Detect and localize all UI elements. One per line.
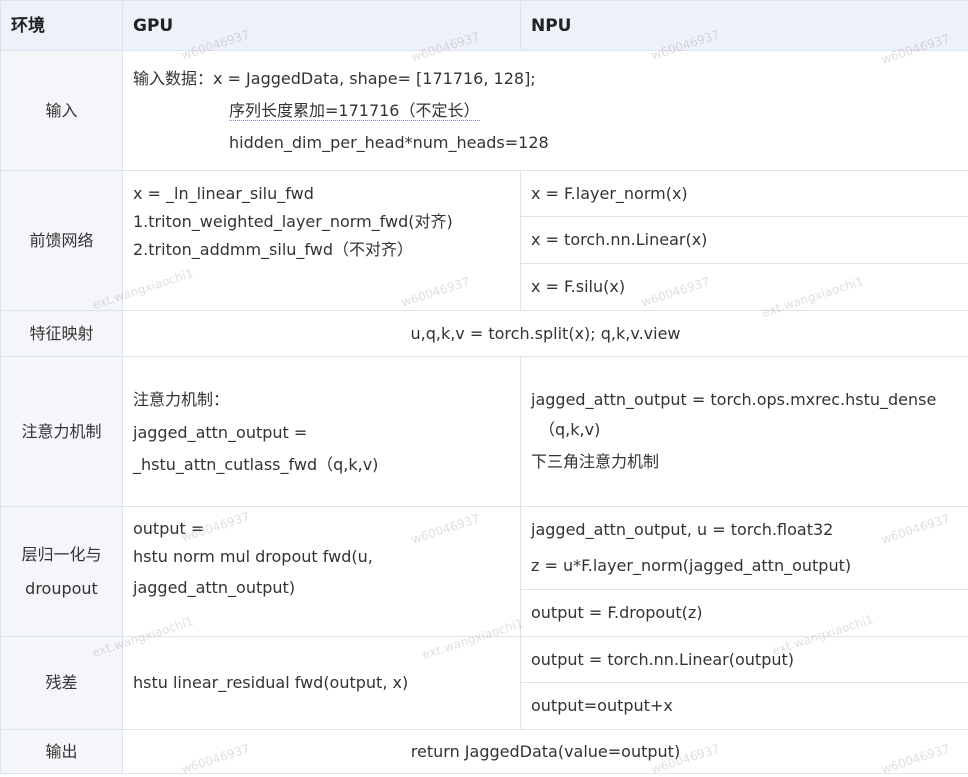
gpu-npu-comparison-table: 环境 GPU NPU 输入 输入数据：x = JaggedData, shape… xyxy=(0,0,968,774)
ffn-gpu-line-2: 1.triton_weighted_layer_norm_fwd(对齐) xyxy=(133,207,510,237)
comparison-table-page: 环境 GPU NPU 输入 输入数据：x = JaggedData, shape… xyxy=(0,0,968,773)
header-gpu: GPU xyxy=(123,1,521,51)
row-label-res: 残差 xyxy=(1,637,123,730)
norm-gpu-line-3: jagged_attn_output) xyxy=(133,573,510,603)
norm-npu-line-2: z = u*F.layer_norm(jagged_attn_output) xyxy=(531,548,958,584)
row-res-1: 残差 hstu linear_residual fwd(output, x) o… xyxy=(1,637,968,683)
input-content: 输入数据：x = JaggedData, shape= [171716, 128… xyxy=(123,51,968,171)
row-label-attn: 注意力机制 xyxy=(1,357,123,507)
row-ffn-1: 前馈网络 x = _ln_linear_silu_fwd 1.triton_we… xyxy=(1,171,968,217)
res-gpu: hstu linear_residual fwd(output, x) xyxy=(123,637,521,730)
ffn-gpu-line-1: x = _ln_linear_silu_fwd xyxy=(133,181,510,207)
out-shared: return JaggedData(value=output) xyxy=(123,730,968,774)
row-label-feat: 特征映射 xyxy=(1,311,123,357)
attn-npu-line-3: 下三角注意力机制 xyxy=(531,445,958,479)
norm-label-line-1: 层归一化与 xyxy=(11,538,112,572)
ffn-npu-1: x = F.layer_norm(x) xyxy=(521,171,968,217)
attn-gpu: 注意力机制： jagged_attn_output = _hstu_attn_c… xyxy=(123,357,521,507)
ffn-npu-3: x = F.silu(x) xyxy=(521,264,968,311)
row-feat: 特征映射 u,q,k,v = torch.split(x); q,k,v.vie… xyxy=(1,311,968,357)
norm-npu-line-1: jagged_attn_output, u = torch.float32 xyxy=(531,512,958,548)
norm-label-line-2: droupout xyxy=(11,572,112,606)
attn-gpu-line-3: _hstu_attn_cutlass_fwd（q,k,v) xyxy=(133,449,510,481)
attn-gpu-line-2: jagged_attn_output = xyxy=(133,417,510,449)
input-line-2: 序列长度累加=171716（不定长） xyxy=(133,95,958,127)
row-label-ffn: 前馈网络 xyxy=(1,171,123,311)
header-env: 环境 xyxy=(1,1,123,51)
header-npu: NPU xyxy=(521,1,968,51)
norm-gpu: output = hstu norm mul dropout fwd(u, ja… xyxy=(123,507,521,637)
row-label-out: 输出 xyxy=(1,730,123,774)
feat-shared: u,q,k,v = torch.split(x); q,k,v.view xyxy=(123,311,968,357)
norm-npu-1: jagged_attn_output, u = torch.float32 z … xyxy=(521,507,968,590)
row-label-norm: 层归一化与 droupout xyxy=(1,507,123,637)
row-input: 输入 输入数据：x = JaggedData, shape= [171716, … xyxy=(1,51,968,171)
ffn-gpu-line-3: 2.triton_addmm_silu_fwd（不对齐） xyxy=(133,237,510,263)
attn-npu: jagged_attn_output = torch.ops.mxrec.hst… xyxy=(521,357,968,507)
res-npu-2: output=output+x xyxy=(521,683,968,730)
row-out: 输出 return JaggedData(value=output) xyxy=(1,730,968,774)
attn-npu-line-1: jagged_attn_output = torch.ops.mxrec.hst… xyxy=(531,385,958,415)
res-npu-1: output = torch.nn.Linear(output) xyxy=(521,637,968,683)
header-row: 环境 GPU NPU xyxy=(1,1,968,51)
attn-npu-line-2: （q,k,v) xyxy=(531,415,958,445)
row-norm-1: 层归一化与 droupout output = hstu norm mul dr… xyxy=(1,507,968,590)
attn-gpu-line-1: 注意力机制： xyxy=(133,383,510,417)
row-label-input: 输入 xyxy=(1,51,123,171)
input-line-3: hidden_dim_per_head*num_heads=128 xyxy=(133,127,958,159)
norm-npu-3: output = F.dropout(z) xyxy=(521,590,968,637)
input-line-1: 输入数据：x = JaggedData, shape= [171716, 128… xyxy=(133,63,958,95)
row-attn: 注意力机制 注意力机制： jagged_attn_output = _hstu_… xyxy=(1,357,968,507)
ffn-gpu: x = _ln_linear_silu_fwd 1.triton_weighte… xyxy=(123,171,521,311)
input-line-2-text: 序列长度累加=171716（不定长） xyxy=(229,101,480,121)
ffn-npu-2: x = torch.nn.Linear(x) xyxy=(521,217,968,264)
norm-gpu-line-2: hstu norm mul dropout fwd(u, xyxy=(133,541,510,573)
norm-gpu-line-1: output = xyxy=(133,517,510,541)
